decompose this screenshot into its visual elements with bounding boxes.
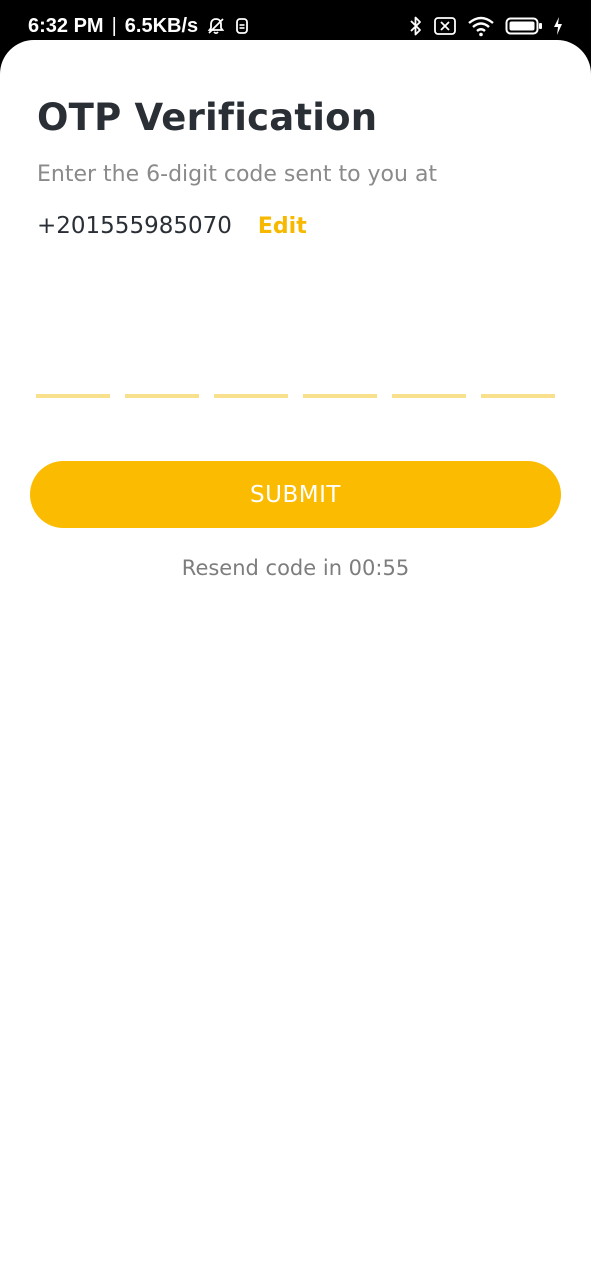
otp-digit-4[interactable] [303, 360, 377, 398]
otp-digit-5[interactable] [392, 360, 466, 398]
otp-digit-2[interactable] [125, 360, 199, 398]
wifi-icon [467, 15, 495, 37]
edit-phone-link[interactable]: Edit [258, 214, 307, 239]
status-separator: | [111, 14, 117, 37]
sim-icon [234, 16, 250, 36]
bell-off-icon [206, 16, 226, 36]
otp-digit-1[interactable] [36, 360, 110, 398]
phone-row: +201555985070 Edit [37, 213, 307, 239]
status-time: 6:32 PM [28, 14, 104, 37]
status-left: 6:32 PM | 6.5KB/s [28, 12, 250, 40]
status-right [409, 12, 563, 40]
page-title: OTP Verification [37, 96, 378, 139]
no-sim-icon [433, 16, 457, 36]
charging-icon [553, 16, 563, 36]
page-subtitle: Enter the 6-digit code sent to you at [37, 162, 438, 187]
bluetooth-icon [409, 15, 423, 37]
otp-digit-3[interactable] [214, 360, 288, 398]
otp-digit-6[interactable] [481, 360, 555, 398]
otp-input-row [36, 360, 555, 400]
status-network-speed: 6.5KB/s [124, 14, 199, 37]
submit-button[interactable]: SUBMIT [30, 461, 561, 528]
battery-icon [505, 16, 543, 36]
resend-countdown: Resend code in 00:55 [181, 556, 410, 580]
phone-number: +201555985070 [37, 213, 232, 239]
